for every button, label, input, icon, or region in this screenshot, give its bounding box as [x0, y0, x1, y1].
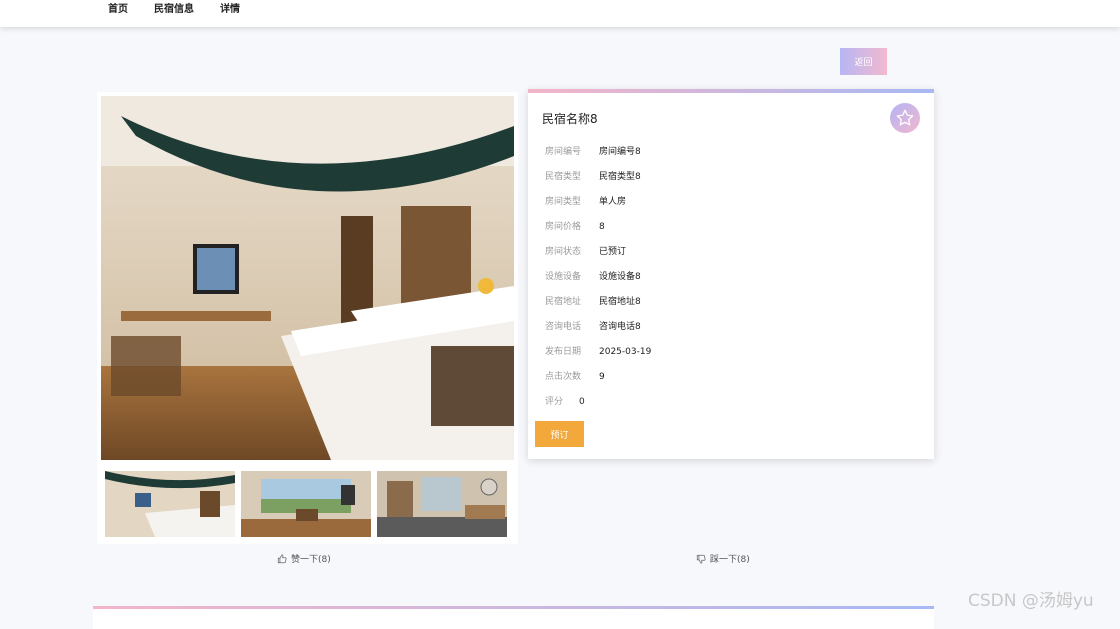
star-icon — [896, 109, 914, 126]
field-rating: 评分 0 — [545, 397, 585, 407]
field-room-type: 房间类型 单人房 — [545, 197, 627, 207]
favorite-button[interactable] — [890, 103, 920, 133]
thumbs-down-icon — [696, 554, 706, 564]
watermark: CSDN @汤姆yu — [968, 591, 1094, 611]
field-room-price: 房间价格 8 — [545, 222, 605, 232]
thumbnail-3[interactable] — [377, 471, 507, 537]
listing-detail-card: 民宿名称8 房间编号 房间编号8 民宿类型 民宿类型8 房间类型 单人房 房间价… — [528, 89, 934, 459]
thumbnail-2[interactable] — [241, 471, 371, 537]
nav-menu: 首页 民宿信息 详情 — [108, 4, 266, 16]
nav-item-detail[interactable]: 详情 — [220, 4, 240, 16]
dislike-button[interactable]: 踩一下(8) — [696, 552, 750, 565]
field-publish-date: 发布日期 2025-03-19 — [545, 347, 652, 357]
main-room-photo — [101, 96, 514, 460]
field-phone: 咨询电话 咨询电话8 — [545, 322, 641, 332]
nav-item-home[interactable]: 首页 — [108, 4, 128, 16]
field-room-status: 房间状态 已预订 — [545, 247, 627, 257]
thumbs-up-icon — [277, 553, 287, 563]
field-homestay-type: 民宿类型 民宿类型8 — [545, 172, 641, 182]
field-facilities: 设施设备 设施设备8 — [545, 272, 641, 282]
like-button[interactable]: 赞一下(8) — [277, 552, 331, 565]
field-click-count: 点击次数 9 — [545, 372, 605, 382]
thumbnail-strip — [105, 471, 507, 537]
book-button[interactable]: 预订 — [535, 421, 584, 447]
thumbnail-1[interactable] — [105, 471, 235, 537]
nav-item-homestay-info[interactable]: 民宿信息 — [154, 4, 194, 16]
comments-section-header — [93, 606, 934, 629]
photo-gallery — [97, 92, 518, 544]
top-nav-bar: 首页 民宿信息 详情 — [0, 0, 1120, 27]
back-button[interactable]: 返回 — [840, 48, 887, 75]
listing-title: 民宿名称8 — [542, 112, 598, 126]
field-room-number: 房间编号 房间编号8 — [545, 147, 641, 157]
field-address: 民宿地址 民宿地址8 — [545, 297, 641, 307]
